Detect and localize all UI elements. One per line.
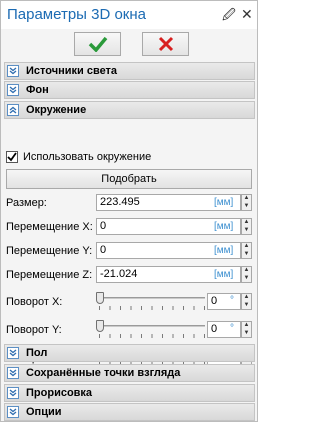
spin-up-icon[interactable]: ▲	[243, 267, 250, 274]
spin-down-icon[interactable]: ▼	[243, 227, 250, 234]
section-lights[interactable]: Источники света	[4, 62, 255, 80]
move-x-label: Перемещение X:	[6, 221, 93, 233]
rotation-x-spinner[interactable]: ▲ ▼	[241, 293, 252, 310]
slider-thumb[interactable]	[96, 320, 104, 332]
close-icon[interactable]: ✕	[241, 6, 253, 23]
move-y-unit: [мм]	[214, 245, 234, 256]
size-spinner[interactable]: ▲ ▼	[241, 194, 252, 211]
rotation-y-slider[interactable]	[96, 320, 205, 338]
rotation-x-label: Поворот X:	[6, 296, 63, 308]
window-title: Параметры 3D окна	[7, 6, 146, 23]
section-label: Сохранённые точки взгляда	[26, 367, 181, 379]
spin-up-icon[interactable]: ▲	[243, 219, 250, 226]
section-options[interactable]: Опции	[4, 403, 255, 421]
section-label: Источники света	[26, 65, 118, 77]
chevron-down-icon	[7, 347, 19, 359]
move-y-label: Перемещение Y:	[6, 245, 93, 257]
spin-up-icon[interactable]: ▲	[243, 322, 250, 329]
section-label: Пол	[26, 347, 48, 359]
section-drawing[interactable]: Прорисовка	[4, 384, 255, 402]
size-unit: [мм]	[214, 197, 234, 208]
move-y-spinner[interactable]: ▲ ▼	[241, 242, 252, 259]
rotation-y-input[interactable]: 0	[207, 321, 241, 338]
spin-down-icon[interactable]: ▼	[243, 330, 250, 337]
fit-button[interactable]: Подобрать	[6, 169, 252, 189]
slider-track-line	[96, 325, 205, 327]
use-environment-checkbox[interactable]	[6, 151, 18, 163]
chevron-up-icon	[7, 104, 19, 116]
cross-icon	[158, 36, 173, 52]
move-z-spinner[interactable]: ▲ ▼	[241, 266, 252, 283]
section-label: Фон	[26, 84, 49, 96]
slider-ticks	[99, 306, 205, 310]
rotation-y-spinner[interactable]: ▲ ▼	[241, 321, 252, 338]
spin-down-icon[interactable]: ▼	[243, 203, 250, 210]
rotation-x-input[interactable]: 0	[207, 293, 241, 310]
chevron-down-icon	[7, 84, 19, 96]
size-label: Размер:	[6, 197, 47, 209]
chevron-down-icon	[7, 406, 19, 418]
spin-up-icon[interactable]: ▲	[243, 243, 250, 250]
spin-down-icon[interactable]: ▼	[243, 302, 250, 309]
move-z-unit: [мм]	[214, 269, 234, 280]
section-label: Прорисовка	[26, 387, 93, 399]
ok-button[interactable]	[74, 32, 121, 56]
cancel-button[interactable]	[142, 32, 189, 56]
chevron-down-icon	[7, 367, 19, 379]
spin-down-icon[interactable]: ▼	[243, 251, 250, 258]
section-environment[interactable]: Окружение	[4, 101, 255, 119]
3d-window-settings-panel: Параметры 3D окна 🖉 ✕ Источники света Фо…	[0, 0, 258, 422]
spin-down-icon[interactable]: ▼	[243, 275, 250, 282]
section-label: Опции	[26, 406, 62, 418]
section-viewpoints[interactable]: Сохранённые точки взгляда	[4, 364, 255, 382]
slider-ticks	[99, 334, 205, 338]
move-x-unit: [мм]	[214, 221, 234, 232]
checkmark-icon	[88, 36, 107, 52]
spin-up-icon[interactable]: ▲	[243, 294, 250, 301]
slider-track-line	[96, 297, 205, 299]
rotation-y-unit: °	[230, 323, 234, 334]
pin-icon[interactable]: 🖉	[222, 6, 236, 28]
section-floor[interactable]: Пол	[4, 344, 255, 362]
chevron-down-icon	[7, 65, 19, 77]
rotation-x-slider[interactable]	[96, 292, 205, 310]
spin-up-icon[interactable]: ▲	[243, 195, 250, 202]
section-label: Окружение	[26, 104, 87, 116]
rotation-y-label: Поворот Y:	[6, 324, 62, 336]
slider-thumb[interactable]	[96, 292, 104, 304]
rotation-x-unit: °	[230, 295, 234, 306]
move-z-label: Перемещение Z:	[6, 269, 93, 281]
move-x-spinner[interactable]: ▲ ▼	[241, 218, 252, 235]
section-background[interactable]: Фон	[4, 81, 255, 99]
use-environment-label: Использовать окружение	[23, 151, 152, 163]
chevron-down-icon	[7, 387, 19, 399]
title-bar: Параметры 3D окна 🖉 ✕	[1, 1, 257, 29]
